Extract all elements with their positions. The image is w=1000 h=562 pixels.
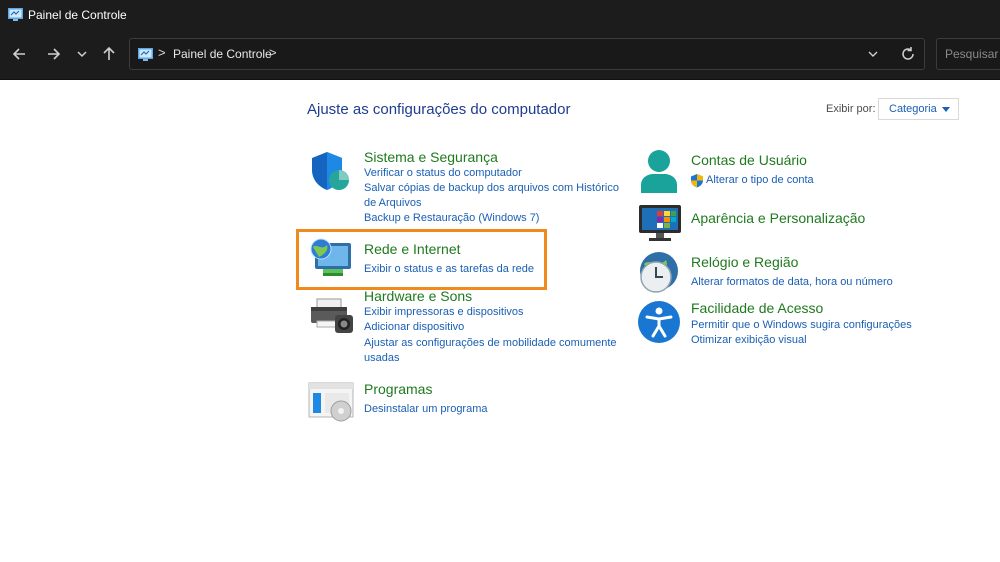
link-windows-suggest[interactable]: Permitir que o Windows sugira configuraç… — [691, 318, 912, 333]
view-by-value[interactable]: Categoria — [889, 103, 937, 115]
link-backup-restore[interactable]: Backup e Restauração (Windows 7) — [364, 211, 539, 226]
monitor-icon[interactable] — [637, 203, 683, 243]
breadcrumb-separator[interactable]: > — [269, 45, 277, 60]
arrow-up-icon[interactable] — [98, 43, 120, 65]
category-hardware-sound[interactable]: Hardware e Sons — [364, 288, 472, 304]
category-clock-region[interactable]: Relógio e Região — [691, 254, 798, 270]
caret-down-icon[interactable] — [942, 107, 950, 112]
user-icon[interactable] — [638, 149, 680, 195]
breadcrumb-separator[interactable]: > — [158, 45, 166, 60]
link-change-account-type[interactable]: Alterar o tipo de conta — [706, 173, 814, 188]
shield-icon[interactable] — [309, 150, 351, 192]
search-input[interactable] — [945, 46, 1000, 62]
search-box[interactable] — [936, 38, 1000, 70]
breadcrumb-control-panel[interactable]: Painel de Controle — [173, 47, 272, 61]
link-printers-devices[interactable]: Exibir impressoras e dispositivos — [364, 305, 524, 320]
page-title: Ajuste as configurações do computador — [307, 101, 571, 118]
link-uninstall-program[interactable]: Desinstalar um programa — [364, 402, 488, 417]
view-by-label: Exibir por: — [826, 103, 876, 115]
printer-icon[interactable] — [309, 297, 355, 335]
arrow-right-icon[interactable] — [42, 43, 64, 65]
chevron-down-icon[interactable] — [71, 43, 93, 65]
address-bar[interactable]: > Painel de Controle > — [129, 38, 925, 70]
programs-icon[interactable] — [307, 381, 355, 423]
chevron-down-icon[interactable] — [866, 45, 880, 63]
navigation-bar: > Painel de Controle > — [0, 30, 1000, 80]
category-programs[interactable]: Programas — [364, 381, 432, 397]
category-appearance[interactable]: Aparência e Personalização — [691, 210, 865, 226]
link-optimize-display[interactable]: Otimizar exibição visual — [691, 333, 807, 348]
link-add-device[interactable]: Adicionar dispositivo — [364, 320, 464, 335]
uac-shield-icon — [691, 174, 703, 188]
category-user-accounts[interactable]: Contas de Usuário — [691, 152, 807, 168]
link-mobility-settings[interactable]: Ajustar as configurações de mobilidade c… — [364, 336, 629, 366]
category-system-security[interactable]: Sistema e Segurança — [364, 149, 498, 165]
highlight-box — [296, 229, 547, 290]
link-file-history[interactable]: Salvar cópias de backup dos arquivos com… — [364, 181, 634, 211]
control-panel-icon — [138, 48, 153, 61]
link-date-time-formats[interactable]: Alterar formatos de data, hora ou número — [691, 275, 893, 290]
title-bar: Painel de Controle — [0, 0, 1000, 30]
refresh-icon[interactable] — [898, 44, 918, 64]
category-ease-of-access[interactable]: Facilidade de Acesso — [691, 300, 823, 316]
control-panel-icon — [8, 8, 23, 21]
clock-globe-icon[interactable] — [636, 250, 682, 296]
link-check-status[interactable]: Verificar o status do computador — [364, 166, 522, 181]
window-title: Painel de Controle — [28, 8, 127, 22]
accessibility-icon[interactable] — [636, 299, 682, 345]
view-by-select[interactable]: Categoria — [878, 98, 959, 120]
arrow-left-icon[interactable] — [9, 43, 31, 65]
